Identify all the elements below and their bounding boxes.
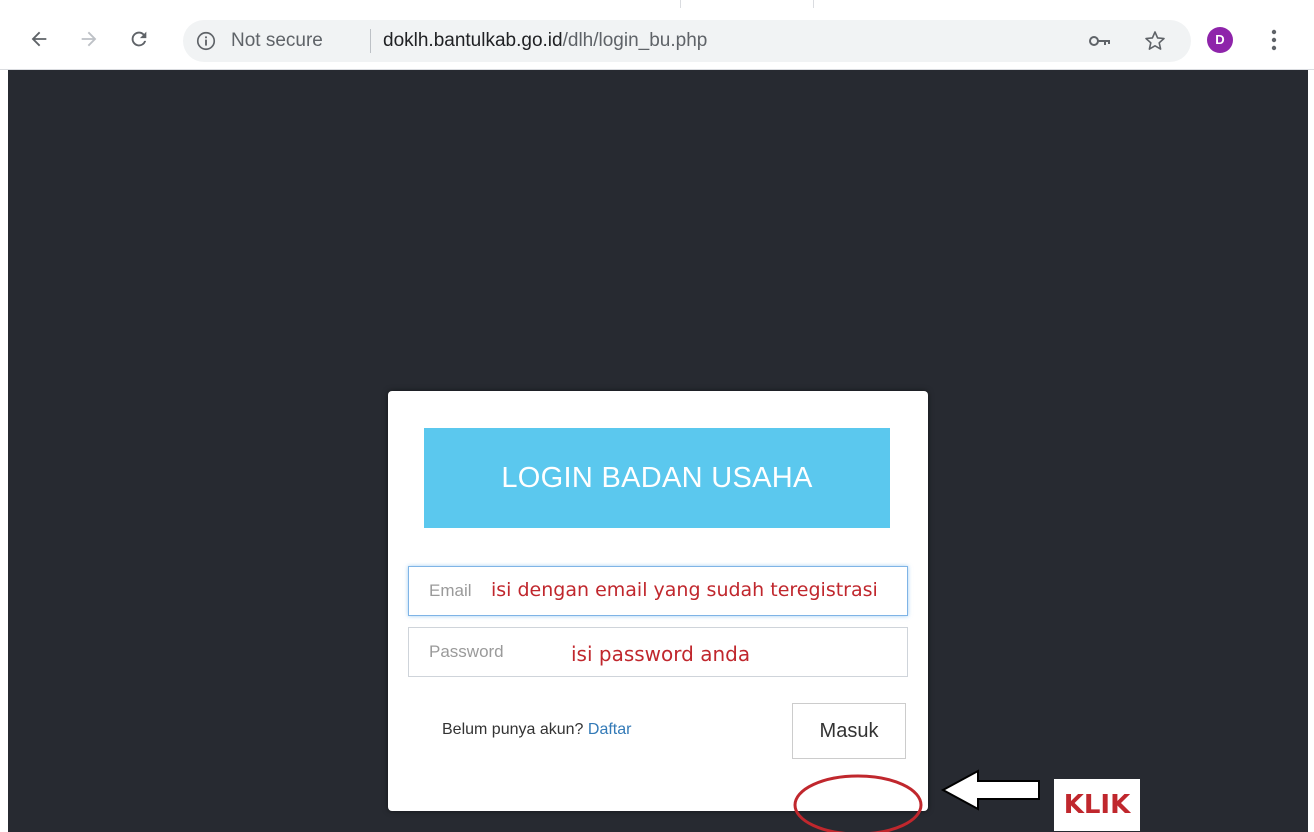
email-field[interactable]: Email isi dengan email yang sudah teregi… — [408, 566, 908, 616]
arrow-left-icon — [31, 31, 47, 47]
address-bar[interactable]: Not secure doklh.bantulkab.go.id/dlh/log… — [183, 20, 1191, 62]
password-annotation: isi password anda — [571, 642, 751, 666]
submit-button[interactable]: Masuk — [792, 703, 906, 759]
address-separator — [370, 29, 371, 53]
login-card: LOGIN BADAN USAHA Email isi dengan email… — [388, 391, 928, 811]
password-placeholder: Password — [429, 642, 504, 661]
tab-strip — [0, 0, 1314, 8]
page-background: LOGIN BADAN USAHA Email isi dengan email… — [8, 70, 1308, 832]
star-icon[interactable] — [1143, 29, 1167, 53]
signup-link[interactable]: Daftar — [588, 721, 632, 738]
active-tab-edge — [680, 0, 814, 8]
login-title: LOGIN BADAN USAHA — [424, 428, 890, 528]
profile-avatar[interactable]: D — [1207, 27, 1233, 53]
email-annotation: isi dengan email yang sudah teregistrasi — [491, 579, 878, 601]
url-path: /dlh/login_bu.php — [562, 30, 708, 51]
reload-button[interactable] — [122, 22, 156, 56]
pointer-arrow-icon — [940, 769, 1040, 811]
password-field[interactable]: Password isi password anda — [408, 627, 908, 677]
arrow-right-icon — [81, 31, 97, 47]
signup-prompt: Belum punya akun? Daftar — [442, 721, 631, 739]
email-placeholder: Email — [429, 581, 472, 600]
forward-button[interactable] — [72, 22, 106, 56]
kebab-menu-icon[interactable] — [1262, 24, 1286, 56]
browser-toolbar: Not secure doklh.bantulkab.go.id/dlh/log… — [0, 8, 1314, 70]
security-status[interactable]: Not secure — [231, 30, 323, 52]
url-text[interactable]: doklh.bantulkab.go.id/dlh/login_bu.php — [383, 30, 707, 52]
back-button[interactable] — [22, 22, 56, 56]
key-icon[interactable] — [1088, 31, 1112, 51]
info-icon[interactable] — [195, 30, 217, 52]
url-host: doklh.bantulkab.go.id — [383, 30, 563, 51]
klik-callout: KLIK — [1054, 779, 1140, 831]
signup-text: Belum punya akun? — [442, 721, 584, 738]
reload-icon — [131, 31, 147, 47]
